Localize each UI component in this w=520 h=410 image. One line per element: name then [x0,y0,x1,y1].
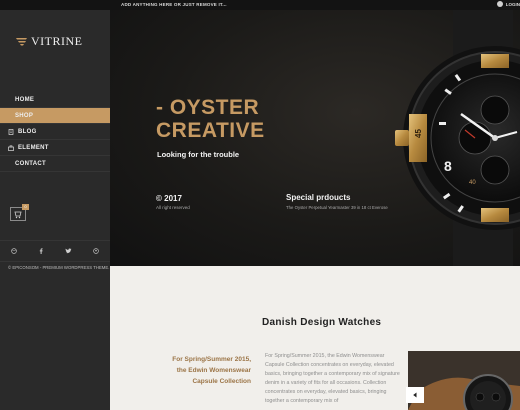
main-nav: HOME SHOP BLOG ELEMENT CONTACT [0,92,110,172]
cart-count-badge: 0 [22,204,29,210]
svg-text:40: 40 [469,180,476,186]
user-icon [496,1,503,7]
nav-item-label: BLOG [18,128,37,135]
top-bar: ADD ANYTHING HERE OR JUST REMOVE IT... L… [0,0,520,10]
login-label: LOGIN [505,1,520,7]
logo-mark-icon [16,38,27,46]
hero-title-line2: CREATIVE [156,119,265,142]
nav-item-label: CONTACT [15,160,46,167]
content-section: Danish Design Watches For Spring/Summer … [110,266,520,410]
hero-banner: - OYSTER CREATIVE Looking for the troubl… [110,10,520,266]
hero-year: © 2017 [156,194,182,203]
top-bar-notice: ADD ANYTHING HERE OR JUST REMOVE IT... [121,2,227,7]
nav-item-contact[interactable]: CONTACT [0,156,110,172]
sidebar: VITRINE HOME SHOP BLOG ELEMENT CONTACT 0… [0,10,110,410]
nav-item-label: SHOP [15,112,34,119]
svg-text:8: 8 [444,158,452,174]
pinterest-icon[interactable] [92,247,100,255]
social-links [0,240,110,262]
slider-prev-button[interactable] [406,387,424,403]
hero-title: - OYSTER CREATIVE [156,96,265,142]
nav-item-home[interactable]: HOME [0,92,110,108]
hero-rights: All right reserved [156,205,190,210]
arrow-left-icon [413,392,417,398]
svg-text:45: 45 [414,129,423,138]
nav-item-element[interactable]: ELEMENT [0,140,110,156]
section-heading: Danish Design Watches [262,317,382,328]
briefcase-icon [8,145,14,151]
hero-tagline: Looking for the trouble [157,150,240,159]
product-photo [408,351,520,410]
watch-photo-image [408,351,520,410]
hero-title-line1: - OYSTER [156,96,260,119]
section-body: For Spring/Summer 2015, the Edwin Womens… [265,353,400,404]
logo[interactable]: VITRINE [16,34,83,49]
nav-item-blog[interactable]: BLOG [0,124,110,140]
watch-image: 45 8 40 [395,10,520,266]
special-products-text: The Oyster Perpetual Yearmaster 39 in 18… [286,205,388,210]
special-products-title[interactable]: Special prdoucts [286,193,350,202]
nav-item-label: ELEMENT [18,144,49,151]
document-icon [8,128,14,135]
dribbble-icon[interactable] [10,247,18,255]
facebook-icon[interactable] [37,247,45,255]
nav-item-shop[interactable]: SHOP [0,108,110,124]
logo-wordmark: VITRINE [31,34,83,48]
footer-copyright: © EPICONSOM - PREMIUM WORDPRESS THEME. [8,265,110,270]
section-lead: For Spring/Summer 2015, the Edwin Womens… [172,356,251,385]
twitter-icon[interactable] [65,247,73,255]
nav-item-label: HOME [15,96,35,103]
login-link[interactable]: LOGIN [496,1,520,7]
cart-button[interactable]: 0 [10,204,29,221]
